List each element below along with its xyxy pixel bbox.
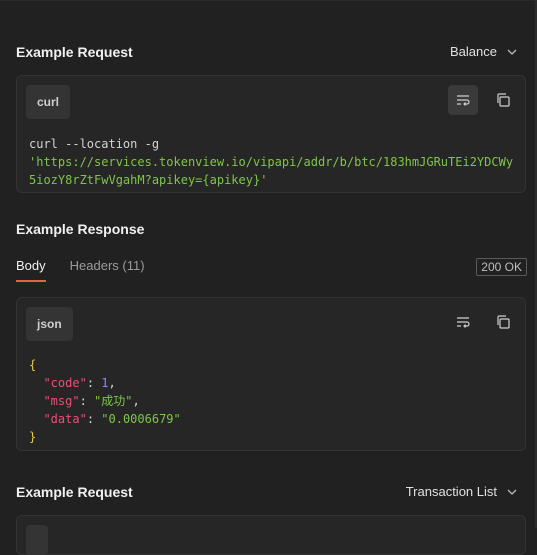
json-line: "code": 1,: [43, 376, 116, 390]
json-value: "成功": [94, 394, 133, 408]
copy-icon: [497, 315, 510, 329]
language-selector[interactable]: curl: [26, 85, 71, 119]
response-code[interactable]: { "code": 1, "msg": "成功", "data": "0.000…: [29, 356, 515, 446]
request-title: Example Request: [16, 44, 133, 60]
request-code-panel: curl curl --location -g 'https://services…: [16, 75, 526, 193]
json-close-brace: }: [29, 430, 37, 444]
language-selector[interactable]: [26, 525, 48, 555]
wrap-lines-icon: [457, 95, 470, 106]
request-dropdown[interactable]: Transaction List: [406, 484, 517, 499]
response-title: Example Response: [16, 221, 145, 237]
response-tabs: Body Headers (11): [16, 258, 169, 282]
code-line: 5iozY8rZtFwVgahM?apikey={apikey}': [29, 173, 268, 187]
json-key: "msg": [43, 394, 80, 408]
status-badge: 200 OK: [476, 258, 527, 276]
request-code[interactable]: curl --location -g 'https://services.toke…: [29, 135, 515, 189]
request-dropdown-label: Transaction List: [405, 484, 497, 499]
wrap-lines-icon: [457, 317, 470, 328]
top-divider: [0, 0, 537, 1]
request-code-panel: [16, 515, 526, 555]
tab-body[interactable]: Body: [16, 258, 46, 282]
copy-button[interactable]: [488, 307, 518, 337]
json-value: "0.0006679": [101, 412, 181, 426]
response-code-panel: json { "code": 1, "msg": "成功", "data": "…: [16, 297, 526, 451]
json-line: "msg": "成功",: [43, 394, 140, 408]
request-dropdown-label: Balance: [450, 44, 497, 59]
chevron-down-icon: [507, 49, 517, 55]
json-value: 1: [101, 376, 109, 390]
json-open-brace: {: [29, 358, 37, 372]
language-selector[interactable]: json: [26, 307, 73, 341]
copy-icon: [497, 93, 510, 107]
tab-headers[interactable]: Headers (11): [70, 258, 145, 282]
request-title: Example Request: [16, 484, 133, 500]
code-line: 'https://services.tokenview.io/vipapi/ad…: [29, 155, 514, 169]
json-line: "data": "0.0006679": [43, 412, 181, 426]
copy-button[interactable]: [488, 85, 518, 115]
wrap-lines-button[interactable]: [448, 307, 478, 337]
chevron-down-icon: [507, 489, 517, 495]
request-dropdown[interactable]: Balance: [450, 44, 517, 59]
wrap-lines-button[interactable]: [448, 85, 478, 115]
json-key: "data": [43, 412, 87, 426]
json-key: "code": [43, 376, 87, 390]
code-line: curl --location -g: [29, 137, 160, 151]
